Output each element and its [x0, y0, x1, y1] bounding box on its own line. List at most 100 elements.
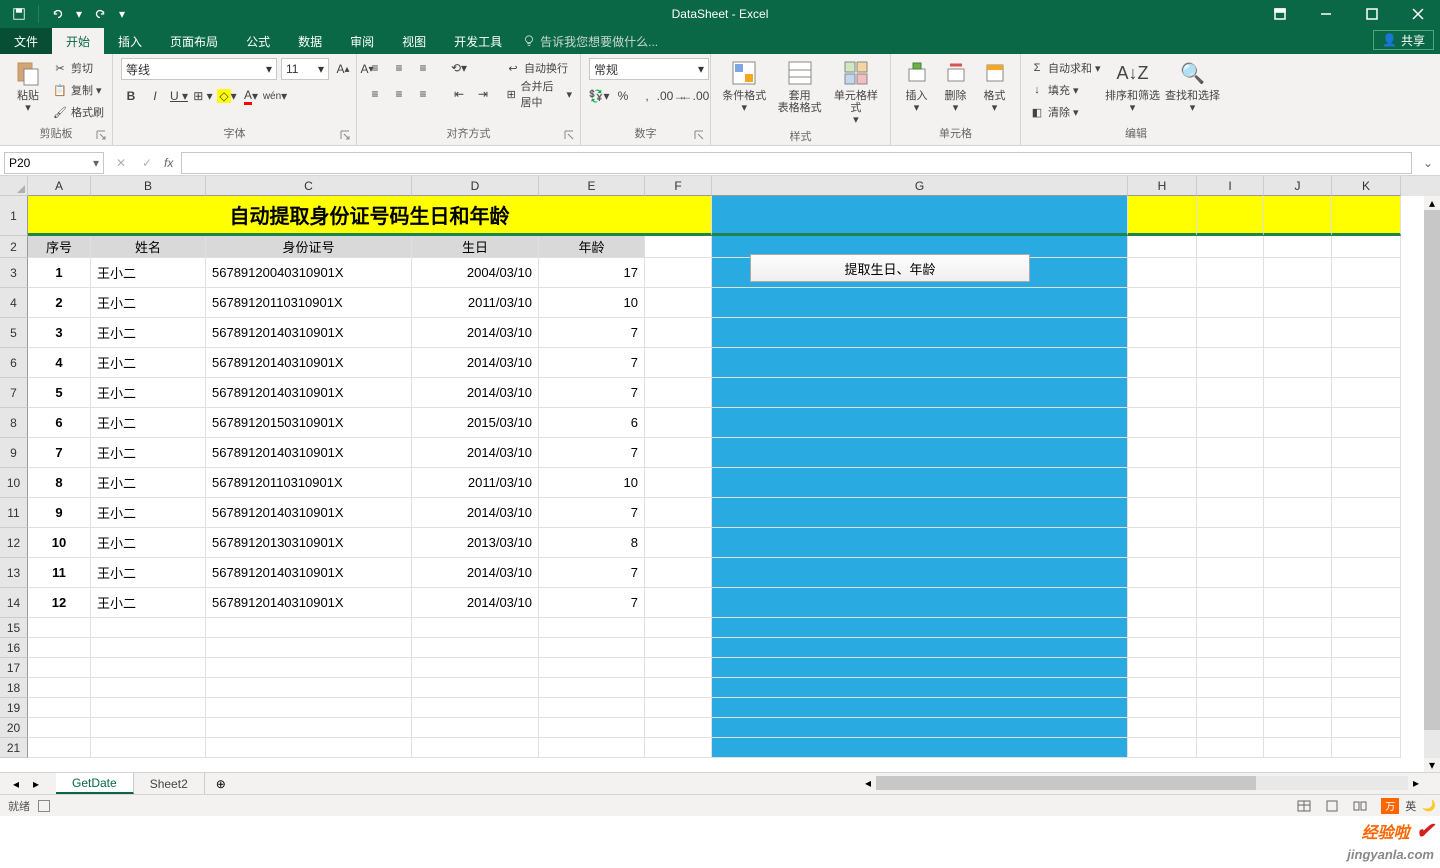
- cell[interactable]: [712, 348, 1128, 378]
- maximize-button[interactable]: [1350, 0, 1394, 28]
- cell[interactable]: [28, 658, 91, 678]
- cell[interactable]: [1197, 718, 1264, 738]
- cell[interactable]: 7: [539, 588, 645, 618]
- cell[interactable]: 56789120140310901X: [206, 378, 412, 408]
- col-header-J[interactable]: J: [1264, 176, 1332, 196]
- cell[interactable]: [539, 638, 645, 658]
- sheet-nav-prev[interactable]: ◂: [8, 776, 24, 792]
- row-header-7[interactable]: 7: [0, 378, 28, 408]
- title-cell[interactable]: 自动提取身份证号码生日和年龄: [28, 196, 712, 236]
- cell[interactable]: [1197, 468, 1264, 498]
- cell[interactable]: 2014/03/10: [412, 378, 539, 408]
- cell[interactable]: 56789120140310901X: [206, 558, 412, 588]
- cell[interactable]: [1128, 588, 1197, 618]
- cell[interactable]: 6: [539, 408, 645, 438]
- minimize-button[interactable]: [1304, 0, 1348, 28]
- cell[interactable]: 王小二: [91, 258, 206, 288]
- cell[interactable]: 7: [28, 438, 91, 468]
- add-sheet-button[interactable]: ⊕: [209, 774, 233, 794]
- orientation-button[interactable]: ⟲▾: [449, 58, 469, 78]
- cell[interactable]: [28, 638, 91, 658]
- cell[interactable]: [712, 528, 1128, 558]
- cell[interactable]: [1197, 558, 1264, 588]
- row-header-16[interactable]: 16: [0, 638, 28, 658]
- cell[interactable]: [1197, 698, 1264, 718]
- cell[interactable]: [1197, 678, 1264, 698]
- cell[interactable]: [1128, 528, 1197, 558]
- cell[interactable]: 56789120140310901X: [206, 588, 412, 618]
- cell[interactable]: [712, 468, 1128, 498]
- cell[interactable]: [1264, 558, 1332, 588]
- paste-button[interactable]: 粘贴▾: [8, 58, 48, 114]
- cell[interactable]: 王小二: [91, 378, 206, 408]
- cell[interactable]: [1332, 348, 1401, 378]
- cell[interactable]: 2014/03/10: [412, 588, 539, 618]
- ime-indicator-icon[interactable]: 万: [1381, 798, 1399, 814]
- cell[interactable]: [1332, 236, 1401, 258]
- row-header-10[interactable]: 10: [0, 468, 28, 498]
- col-header-C[interactable]: C: [206, 176, 412, 196]
- cell[interactable]: [1128, 196, 1197, 236]
- dialog-launcher[interactable]: [564, 130, 574, 140]
- scroll-down-arrow[interactable]: ▾: [1424, 758, 1440, 772]
- cell[interactable]: 王小二: [91, 528, 206, 558]
- expand-formula-bar[interactable]: ⌄: [1416, 150, 1440, 175]
- cell[interactable]: 王小二: [91, 588, 206, 618]
- undo-button[interactable]: [45, 2, 71, 26]
- cell[interactable]: 7: [539, 378, 645, 408]
- col-header-F[interactable]: F: [645, 176, 712, 196]
- cell[interactable]: [539, 718, 645, 738]
- cell[interactable]: 56789120150310901X: [206, 408, 412, 438]
- cell[interactable]: [1128, 438, 1197, 468]
- cell[interactable]: 11: [28, 558, 91, 588]
- cell[interactable]: [412, 718, 539, 738]
- cell[interactable]: [645, 658, 712, 678]
- vertical-scrollbar[interactable]: ▴ ▾: [1424, 196, 1440, 772]
- cell[interactable]: [1197, 528, 1264, 558]
- row-header-6[interactable]: 6: [0, 348, 28, 378]
- cell[interactable]: [1128, 408, 1197, 438]
- cell[interactable]: [1264, 318, 1332, 348]
- cell[interactable]: [1197, 438, 1264, 468]
- format-painter-button[interactable]: 🖌格式刷: [52, 102, 104, 122]
- horizontal-scrollbar[interactable]: ◂ ▸: [860, 776, 1424, 790]
- cell[interactable]: [712, 588, 1128, 618]
- accept-formula-button[interactable]: ✓: [134, 151, 160, 175]
- cell[interactable]: 2014/03/10: [412, 558, 539, 588]
- scroll-thumb-horizontal[interactable]: [876, 776, 1256, 790]
- cell[interactable]: [1197, 638, 1264, 658]
- cell[interactable]: [28, 698, 91, 718]
- format-cells-button[interactable]: 格式▾: [977, 58, 1012, 114]
- bold-button[interactable]: B: [121, 86, 141, 106]
- cell[interactable]: [206, 698, 412, 718]
- tab-data[interactable]: 数据: [284, 28, 336, 54]
- cell[interactable]: [712, 618, 1128, 638]
- cell[interactable]: [91, 718, 206, 738]
- underline-button[interactable]: U ▾: [169, 86, 189, 106]
- cell[interactable]: 56789120130310901X: [206, 528, 412, 558]
- row-header-17[interactable]: 17: [0, 658, 28, 678]
- row-header-8[interactable]: 8: [0, 408, 28, 438]
- save-button[interactable]: [6, 2, 32, 26]
- cell[interactable]: [1332, 588, 1401, 618]
- cell[interactable]: 6: [28, 408, 91, 438]
- cell[interactable]: [412, 698, 539, 718]
- cell[interactable]: [28, 738, 91, 758]
- copy-button[interactable]: 📋复制 ▾: [52, 80, 104, 100]
- number-format-combo[interactable]: 常规▾: [589, 58, 709, 80]
- cell[interactable]: [91, 638, 206, 658]
- sort-filter-button[interactable]: A↓Z排序和筛选▾: [1105, 58, 1161, 114]
- cell[interactable]: 56789120140310901X: [206, 498, 412, 528]
- cell[interactable]: [1264, 718, 1332, 738]
- font-color-button[interactable]: A▾: [241, 86, 261, 106]
- cell[interactable]: [645, 618, 712, 638]
- percent-button[interactable]: %: [613, 86, 633, 106]
- cell[interactable]: 2014/03/10: [412, 498, 539, 528]
- cell[interactable]: 2014/03/10: [412, 318, 539, 348]
- cell[interactable]: 王小二: [91, 288, 206, 318]
- cell[interactable]: [1264, 258, 1332, 288]
- cell[interactable]: [645, 678, 712, 698]
- cell[interactable]: [712, 698, 1128, 718]
- cell[interactable]: 4: [28, 348, 91, 378]
- cell[interactable]: [712, 558, 1128, 588]
